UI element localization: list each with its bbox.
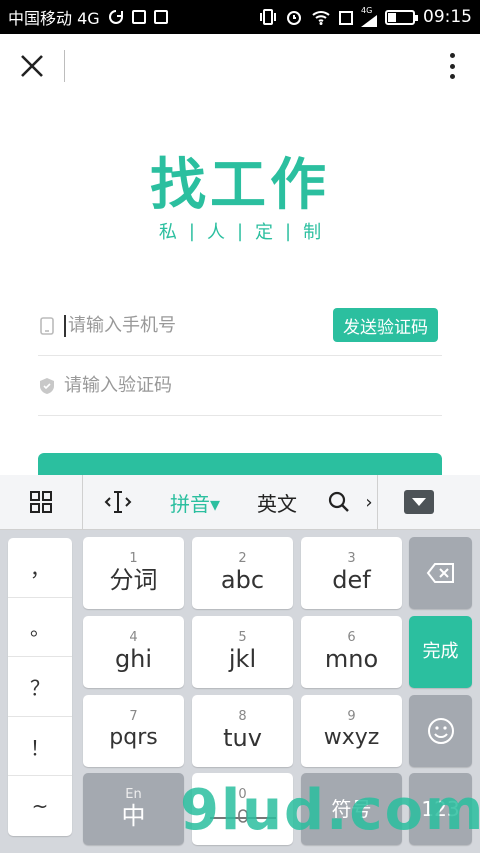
subtitle-separator: | bbox=[236, 220, 244, 242]
appbar-divider bbox=[64, 50, 65, 82]
punct-key[interactable]: 。 bbox=[8, 598, 72, 658]
sim-icon bbox=[131, 10, 146, 24]
key-5[interactable]: 5 jkl bbox=[192, 616, 293, 688]
key-2[interactable]: 2 abc bbox=[192, 537, 293, 609]
key-6[interactable]: 6 mno bbox=[301, 616, 402, 688]
punct-key[interactable]: ？ bbox=[8, 657, 72, 717]
hide-keyboard-button[interactable] bbox=[378, 475, 460, 530]
subtitle-char: 私 bbox=[158, 222, 177, 243]
logo-title: 找工作 bbox=[150, 153, 330, 218]
phone-field: 发送验证码 bbox=[38, 296, 442, 356]
code-input[interactable] bbox=[64, 375, 304, 396]
shield-icon bbox=[38, 377, 56, 395]
more-button[interactable] bbox=[444, 50, 460, 82]
wifi-icon bbox=[311, 9, 331, 25]
english-mode-button[interactable]: 英文 bbox=[237, 475, 317, 530]
code-field bbox=[38, 356, 442, 416]
search-button[interactable] bbox=[317, 475, 361, 530]
grid-icon bbox=[30, 491, 52, 513]
cursor-move-button[interactable] bbox=[83, 475, 153, 530]
phone-icon bbox=[38, 316, 56, 335]
emoji-key[interactable] bbox=[409, 695, 472, 767]
data-transfer-icon bbox=[339, 9, 353, 25]
backspace-icon bbox=[426, 563, 454, 583]
vibrate-icon bbox=[259, 8, 277, 26]
sd-card-icon bbox=[153, 10, 168, 24]
alarm-icon bbox=[285, 8, 303, 26]
app-bar bbox=[0, 34, 480, 98]
clock: 09:15 bbox=[423, 7, 472, 27]
subtitle-separator: | bbox=[188, 220, 195, 242]
key-7[interactable]: 7 pqrs bbox=[83, 695, 184, 767]
subtitle-separator: | bbox=[285, 220, 292, 242]
subtitle-char: 制 bbox=[303, 222, 322, 243]
network-badge: 4G bbox=[361, 6, 373, 15]
keyboard-hide-icon bbox=[404, 490, 434, 514]
pinyin-mode-button[interactable]: 拼音▾ bbox=[153, 475, 237, 530]
punctuation-column: ， 。 ？ ！ ~ bbox=[8, 538, 72, 836]
signal-icon: 4G bbox=[361, 7, 377, 27]
close-button[interactable] bbox=[16, 50, 48, 82]
send-code-button[interactable]: 发送验证码 bbox=[333, 308, 438, 342]
punct-key[interactable]: ！ bbox=[8, 717, 72, 777]
search-icon bbox=[328, 491, 349, 512]
carrier-label: 中国移动 4G bbox=[8, 9, 100, 28]
battery-level bbox=[388, 12, 397, 22]
keyboard-menu-button[interactable] bbox=[0, 475, 82, 530]
punct-key[interactable]: ， bbox=[8, 538, 72, 598]
watermark: 9lud.com bbox=[180, 778, 480, 843]
done-key[interactable]: 完成 bbox=[409, 616, 472, 688]
smiley-icon bbox=[427, 718, 454, 744]
close-icon bbox=[21, 55, 43, 77]
key-4[interactable]: 4 ghi bbox=[83, 616, 184, 688]
key-1[interactable]: 1 分词 bbox=[83, 537, 184, 609]
phone-input[interactable] bbox=[68, 315, 308, 336]
key-3[interactable]: 3 def bbox=[301, 537, 402, 609]
subtitle-char: 人 bbox=[206, 222, 225, 243]
subtitle-char: 定 bbox=[255, 222, 274, 243]
text-cursor bbox=[64, 314, 66, 337]
backspace-key[interactable] bbox=[409, 537, 472, 609]
more-vertical-icon bbox=[449, 53, 455, 58]
keyboard-toolbar: 拼音▾ 英文 › bbox=[0, 474, 480, 530]
battery-icon bbox=[385, 9, 418, 25]
status-bar: 中国移动 4G 4G 09:15 bbox=[0, 0, 480, 34]
language-key[interactable]: En 中 bbox=[83, 773, 184, 845]
key-8[interactable]: 8 tuv bbox=[192, 695, 293, 767]
sync-icon bbox=[108, 9, 124, 25]
logo-subtitle: 私 | 人 | 定 | 制 bbox=[0, 218, 480, 244]
toolbar-more-button[interactable]: › bbox=[361, 475, 377, 530]
punct-key[interactable]: ~ bbox=[8, 776, 72, 836]
text-cursor-icon bbox=[104, 491, 132, 513]
key-9[interactable]: 9 wxyz bbox=[301, 695, 402, 767]
